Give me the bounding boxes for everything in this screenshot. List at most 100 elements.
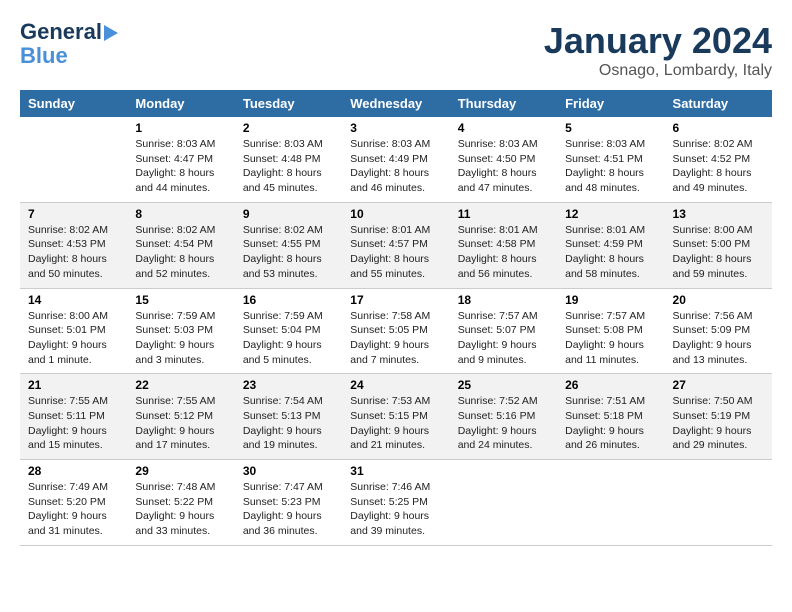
calendar-cell: 17Sunrise: 7:58 AM Sunset: 5:05 PM Dayli…: [342, 288, 449, 374]
day-info: Sunrise: 8:03 AM Sunset: 4:51 PM Dayligh…: [565, 137, 656, 196]
calendar-cell: 10 Sunrise: 8:01 AM Sunset: 4:57 PM Dayli…: [342, 202, 449, 288]
logo-arrow-icon: [104, 25, 118, 41]
day-number: 24: [350, 378, 441, 392]
day-info: Sunrise: 8:03 AM Sunset: 4:48 PM Dayligh…: [243, 137, 334, 196]
day-number: 3: [350, 121, 441, 135]
day-info: Sunrise: 8:00 AM Sunset: 5:01 PM Dayligh…: [28, 309, 119, 368]
day-number: 18: [458, 293, 549, 307]
day-number: 1: [135, 121, 226, 135]
day-number: 9: [243, 207, 334, 221]
day-number: 27: [673, 378, 764, 392]
day-info: Sunrise: 8:02 AM Sunset: 4:52 PM Dayligh…: [673, 137, 764, 196]
col-header-saturday: Saturday: [665, 90, 772, 117]
day-number: 7: [28, 207, 119, 221]
day-info: Sunrise: 8:02 AM Sunset: 4:55 PM Dayligh…: [243, 223, 334, 282]
day-number: 26: [565, 378, 656, 392]
day-info: Sunrise: 8:01 AM Sunset: 4:57 PM Dayligh…: [350, 223, 441, 282]
logo: General Blue: [20, 20, 118, 68]
day-number: 17: [350, 293, 441, 307]
calendar-cell: [665, 460, 772, 546]
day-info: Sunrise: 8:02 AM Sunset: 4:54 PM Dayligh…: [135, 223, 226, 282]
day-number: 11: [458, 207, 549, 221]
calendar-cell: 24 Sunrise: 7:53 AM Sunset: 5:15 PM Dayli…: [342, 374, 449, 460]
calendar-cell: 27 Sunrise: 7:50 AM Sunset: 5:19 PM Dayli…: [665, 374, 772, 460]
calendar-cell: 19Sunrise: 7:57 AM Sunset: 5:08 PM Dayli…: [557, 288, 664, 374]
week-row-3: 14Sunrise: 8:00 AM Sunset: 5:01 PM Dayli…: [20, 288, 772, 374]
day-number: 5: [565, 121, 656, 135]
day-number: 23: [243, 378, 334, 392]
calendar-cell: 2 Sunrise: 8:03 AM Sunset: 4:48 PM Daylig…: [235, 117, 342, 202]
calendar-cell: 25 Sunrise: 7:52 AM Sunset: 5:16 PM Dayli…: [450, 374, 557, 460]
day-number: 19: [565, 293, 656, 307]
day-info: Sunrise: 8:03 AM Sunset: 4:50 PM Dayligh…: [458, 137, 549, 196]
day-info: Sunrise: 7:59 AM Sunset: 5:03 PM Dayligh…: [135, 309, 226, 368]
day-number: 28: [28, 464, 119, 478]
day-info: Sunrise: 7:59 AM Sunset: 5:04 PM Dayligh…: [243, 309, 334, 368]
week-row-2: 7Sunrise: 8:02 AM Sunset: 4:53 PM Daylig…: [20, 202, 772, 288]
day-info: Sunrise: 7:55 AM Sunset: 5:11 PM Dayligh…: [28, 394, 119, 453]
calendar-cell: [557, 460, 664, 546]
calendar-cell: 28 Sunrise: 7:49 AM Sunset: 5:20 PM Dayli…: [20, 460, 127, 546]
day-number: 10: [350, 207, 441, 221]
day-number: 4: [458, 121, 549, 135]
col-header-wednesday: Wednesday: [342, 90, 449, 117]
calendar-cell: 3 Sunrise: 8:03 AM Sunset: 4:49 PM Daylig…: [342, 117, 449, 202]
week-row-4: 21 Sunrise: 7:55 AM Sunset: 5:11 PM Dayli…: [20, 374, 772, 460]
week-row-1: 1Sunrise: 8:03 AM Sunset: 4:47 PM Daylig…: [20, 117, 772, 202]
calendar-cell: 31Sunrise: 7:46 AM Sunset: 5:25 PM Dayli…: [342, 460, 449, 546]
calendar-cell: 16 Sunrise: 7:59 AM Sunset: 5:04 PM Dayli…: [235, 288, 342, 374]
calendar-table: SundayMondayTuesdayWednesdayThursdayFrid…: [20, 90, 772, 546]
col-header-thursday: Thursday: [450, 90, 557, 117]
calendar-cell: 23 Sunrise: 7:54 AM Sunset: 5:13 PM Dayli…: [235, 374, 342, 460]
day-number: 12: [565, 207, 656, 221]
day-info: Sunrise: 7:50 AM Sunset: 5:19 PM Dayligh…: [673, 394, 764, 453]
day-number: 6: [673, 121, 764, 135]
col-header-tuesday: Tuesday: [235, 90, 342, 117]
day-number: 29: [135, 464, 226, 478]
day-info: Sunrise: 7:54 AM Sunset: 5:13 PM Dayligh…: [243, 394, 334, 453]
title-block: January 2024 Osnago, Lombardy, Italy: [544, 20, 772, 80]
calendar-cell: 9 Sunrise: 8:02 AM Sunset: 4:55 PM Daylig…: [235, 202, 342, 288]
day-number: 20: [673, 293, 764, 307]
day-info: Sunrise: 8:03 AM Sunset: 4:49 PM Dayligh…: [350, 137, 441, 196]
day-number: 13: [673, 207, 764, 221]
calendar-cell: 1Sunrise: 8:03 AM Sunset: 4:47 PM Daylig…: [127, 117, 234, 202]
calendar-cell: [450, 460, 557, 546]
calendar-cell: 22 Sunrise: 7:55 AM Sunset: 5:12 PM Dayli…: [127, 374, 234, 460]
day-info: Sunrise: 8:00 AM Sunset: 5:00 PM Dayligh…: [673, 223, 764, 282]
col-header-sunday: Sunday: [20, 90, 127, 117]
week-row-5: 28 Sunrise: 7:49 AM Sunset: 5:20 PM Dayli…: [20, 460, 772, 546]
day-number: 25: [458, 378, 549, 392]
day-info: Sunrise: 7:52 AM Sunset: 5:16 PM Dayligh…: [458, 394, 549, 453]
calendar-cell: 21 Sunrise: 7:55 AM Sunset: 5:11 PM Dayli…: [20, 374, 127, 460]
calendar-cell: 13 Sunrise: 8:00 AM Sunset: 5:00 PM Dayli…: [665, 202, 772, 288]
day-number: 21: [28, 378, 119, 392]
day-info: Sunrise: 8:01 AM Sunset: 4:59 PM Dayligh…: [565, 223, 656, 282]
day-number: 8: [135, 207, 226, 221]
logo-text-general: General: [20, 20, 102, 44]
calendar-cell: 8 Sunrise: 8:02 AM Sunset: 4:54 PM Daylig…: [127, 202, 234, 288]
calendar-cell: 7Sunrise: 8:02 AM Sunset: 4:53 PM Daylig…: [20, 202, 127, 288]
calendar-cell: 4 Sunrise: 8:03 AM Sunset: 4:50 PM Daylig…: [450, 117, 557, 202]
page-header: General Blue January 2024 Osnago, Lombar…: [20, 20, 772, 80]
calendar-header-row: SundayMondayTuesdayWednesdayThursdayFrid…: [20, 90, 772, 117]
calendar-cell: 5 Sunrise: 8:03 AM Sunset: 4:51 PM Daylig…: [557, 117, 664, 202]
day-number: 15: [135, 293, 226, 307]
day-info: Sunrise: 7:47 AM Sunset: 5:23 PM Dayligh…: [243, 480, 334, 539]
day-info: Sunrise: 7:53 AM Sunset: 5:15 PM Dayligh…: [350, 394, 441, 453]
calendar-cell: 29 Sunrise: 7:48 AM Sunset: 5:22 PM Dayli…: [127, 460, 234, 546]
calendar-cell: [20, 117, 127, 202]
day-info: Sunrise: 7:56 AM Sunset: 5:09 PM Dayligh…: [673, 309, 764, 368]
calendar-cell: 26 Sunrise: 7:51 AM Sunset: 5:18 PM Dayli…: [557, 374, 664, 460]
day-number: 31: [350, 464, 441, 478]
calendar-cell: 15 Sunrise: 7:59 AM Sunset: 5:03 PM Dayli…: [127, 288, 234, 374]
day-info: Sunrise: 7:49 AM Sunset: 5:20 PM Dayligh…: [28, 480, 119, 539]
day-info: Sunrise: 7:55 AM Sunset: 5:12 PM Dayligh…: [135, 394, 226, 453]
day-info: Sunrise: 7:51 AM Sunset: 5:18 PM Dayligh…: [565, 394, 656, 453]
day-number: 16: [243, 293, 334, 307]
calendar-cell: 14Sunrise: 8:00 AM Sunset: 5:01 PM Dayli…: [20, 288, 127, 374]
day-number: 2: [243, 121, 334, 135]
col-header-friday: Friday: [557, 90, 664, 117]
day-number: 22: [135, 378, 226, 392]
day-info: Sunrise: 7:48 AM Sunset: 5:22 PM Dayligh…: [135, 480, 226, 539]
